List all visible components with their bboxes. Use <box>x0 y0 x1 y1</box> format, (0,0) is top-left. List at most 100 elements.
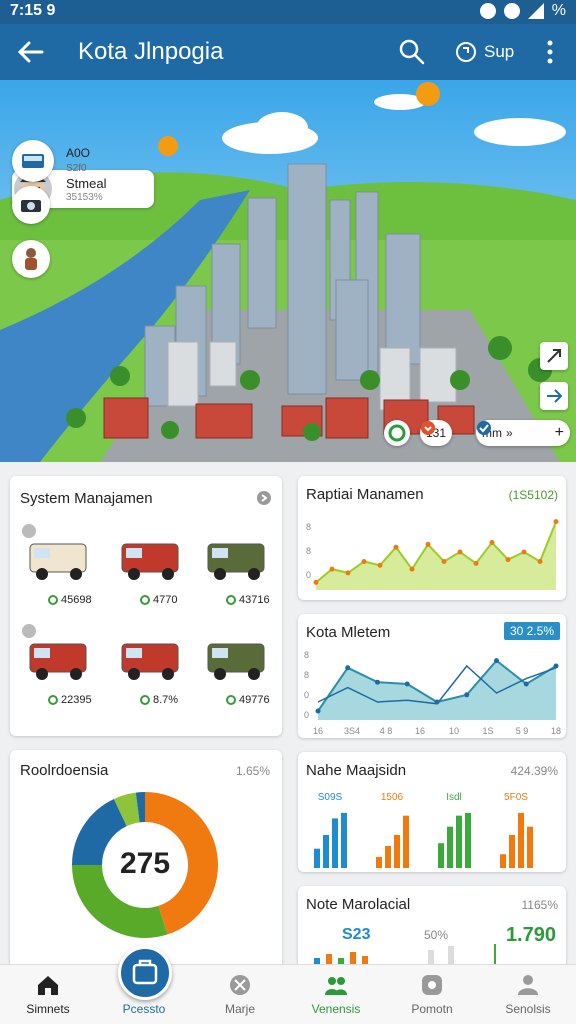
user-sub: 35153% <box>66 192 103 203</box>
vehicle-value-text: 22395 <box>61 694 92 706</box>
note-left-value: S23 <box>342 926 371 943</box>
nahe-card-value: 424.39% <box>510 764 558 778</box>
profile-icon <box>518 975 538 995</box>
y-tick-label: 0 <box>304 710 309 720</box>
map-pill-2[interactable]: mm » + <box>476 420 570 446</box>
vehicle-value: 22395 <box>48 694 92 706</box>
nav-label: Pcessto <box>122 1002 166 1016</box>
check-icon <box>477 421 491 435</box>
kota-card[interactable]: Kota Mletem 30 2.5% 16 3S4 4 8 16 10 1S 5 9 18 8… <box>298 614 566 738</box>
group-label: 5F0S <box>504 792 528 803</box>
more-vert-icon[interactable] <box>540 38 560 66</box>
box-truck-icon[interactable] <box>22 532 98 588</box>
city-illustration <box>0 80 576 462</box>
refresh-map-button[interactable] <box>384 420 410 446</box>
y-tick-label: 0 <box>306 570 311 580</box>
bus-icon[interactable] <box>114 632 190 688</box>
vehicle-value: 45698 <box>48 594 92 606</box>
vehicle-value: 43716 <box>226 594 270 606</box>
next-map-button[interactable] <box>540 382 568 410</box>
nahe-card[interactable]: Nahe Maajsidn 424.39% S09S 1506 Isdl 5F0S <box>298 752 566 872</box>
user-name: Stmeal <box>66 176 107 191</box>
bar <box>385 845 391 868</box>
rapid-card[interactable]: Raptiai Manamen (1S5102) 8 8 0 <box>298 476 566 600</box>
rool-card-title: Roolrdoensia <box>20 762 109 779</box>
data-point <box>441 559 447 564</box>
rool-card-value: 1.65% <box>235 764 270 778</box>
y-tick-label: 8 <box>306 522 311 532</box>
bar <box>465 812 471 868</box>
donut-center-value: 275 <box>119 847 171 880</box>
status-time: 7:15 9 <box>10 2 56 19</box>
rapid-area-chart: 8 8 0 <box>306 519 559 590</box>
vehicle-value-text: 4770 <box>153 594 178 606</box>
bottom-nav: Simnets Pcessto Marje Venensis Pomotn Se… <box>0 964 576 1024</box>
camera-chip[interactable] <box>12 186 50 224</box>
data-point <box>521 549 527 555</box>
nav-senolsis[interactable]: Senolsis <box>480 965 576 1024</box>
nav-pomotn[interactable]: Pomotn <box>384 965 480 1024</box>
bus-icon[interactable] <box>22 632 98 688</box>
kota-area-chart: 16 3S4 4 8 16 10 1S 5 9 18 8 8 0 0 <box>304 650 561 736</box>
back-arrow-icon[interactable] <box>14 36 46 68</box>
notification-icon <box>503 3 520 19</box>
alarm-icon <box>479 3 496 19</box>
add-icon[interactable]: + <box>555 424 564 442</box>
group-label: S09S <box>318 792 343 803</box>
sup-button[interactable]: Sup <box>454 38 514 66</box>
bar <box>518 812 524 868</box>
system-card-title: System Manajamen <box>20 490 153 507</box>
military-truck-icon[interactable] <box>200 532 276 588</box>
bar <box>438 843 444 868</box>
data-point <box>375 679 380 685</box>
data-point <box>489 540 495 545</box>
nahe-card-title: Nahe Maajsidn <box>306 762 407 779</box>
bar <box>314 848 320 868</box>
bar <box>403 815 409 868</box>
check-circle-icon <box>140 695 150 705</box>
vehicle-value-text: 43716 <box>239 594 270 606</box>
jeep-icon[interactable] <box>200 632 276 688</box>
rool-card[interactable]: Roolrdoensia 1.65% 275 <box>10 750 282 970</box>
car-icon[interactable] <box>114 532 190 588</box>
signal-icon <box>527 3 544 19</box>
vehicle-value-text: 45698 <box>61 594 92 606</box>
page-title: Kota Jlnpogia <box>78 38 224 65</box>
bus-icon <box>22 154 44 168</box>
briefcase-fab-button[interactable] <box>118 946 172 1000</box>
info-icon[interactable] <box>256 490 272 506</box>
system-card[interactable]: System Manajamen 45698 4770 43716 22395 8.7%… <box>10 476 282 736</box>
bar <box>447 826 453 868</box>
x-tick-label: 5 9 <box>516 726 529 736</box>
more-icon: » <box>506 426 513 440</box>
check-circle-icon <box>48 595 58 605</box>
data-point <box>345 665 351 671</box>
check-circle-icon <box>48 695 58 705</box>
expand-map-button[interactable] <box>540 342 568 370</box>
data-point <box>404 681 410 687</box>
bar <box>456 815 462 868</box>
check-circle-icon <box>226 695 236 705</box>
search-icon[interactable] <box>398 38 426 66</box>
chip-sub: S2f0 <box>66 163 87 174</box>
kota-card-title: Kota Mletem <box>306 624 391 641</box>
nav-venensis[interactable]: Venensis <box>288 965 384 1024</box>
map-pill-1[interactable]: 131 <box>420 420 453 446</box>
donut-slice <box>113 792 141 827</box>
app-bar: Kota Jlnpogia Sup <box>0 24 576 80</box>
alert-icon <box>421 421 435 435</box>
data-point <box>457 549 463 555</box>
rapid-card-title: Raptiai Manamen <box>306 486 424 503</box>
briefcase-icon <box>132 959 158 985</box>
vehicle-value: 8.7% <box>140 694 178 706</box>
nav-simnets[interactable]: Simnets <box>0 965 96 1024</box>
worker-chip[interactable] <box>12 240 50 278</box>
city-map[interactable]: Stmeal 35153% A0O S2f0 131 mm » + <box>0 80 576 462</box>
bus-chip[interactable] <box>12 140 54 182</box>
x-tick-label: 1S <box>482 726 493 736</box>
note-card[interactable]: Note Marolacial 1165% S23 50% 1.790 <box>298 886 566 968</box>
nav-marje[interactable]: Marje <box>192 965 288 1024</box>
status-icons: % <box>479 2 566 20</box>
bar <box>323 834 329 868</box>
data-point <box>345 570 351 576</box>
